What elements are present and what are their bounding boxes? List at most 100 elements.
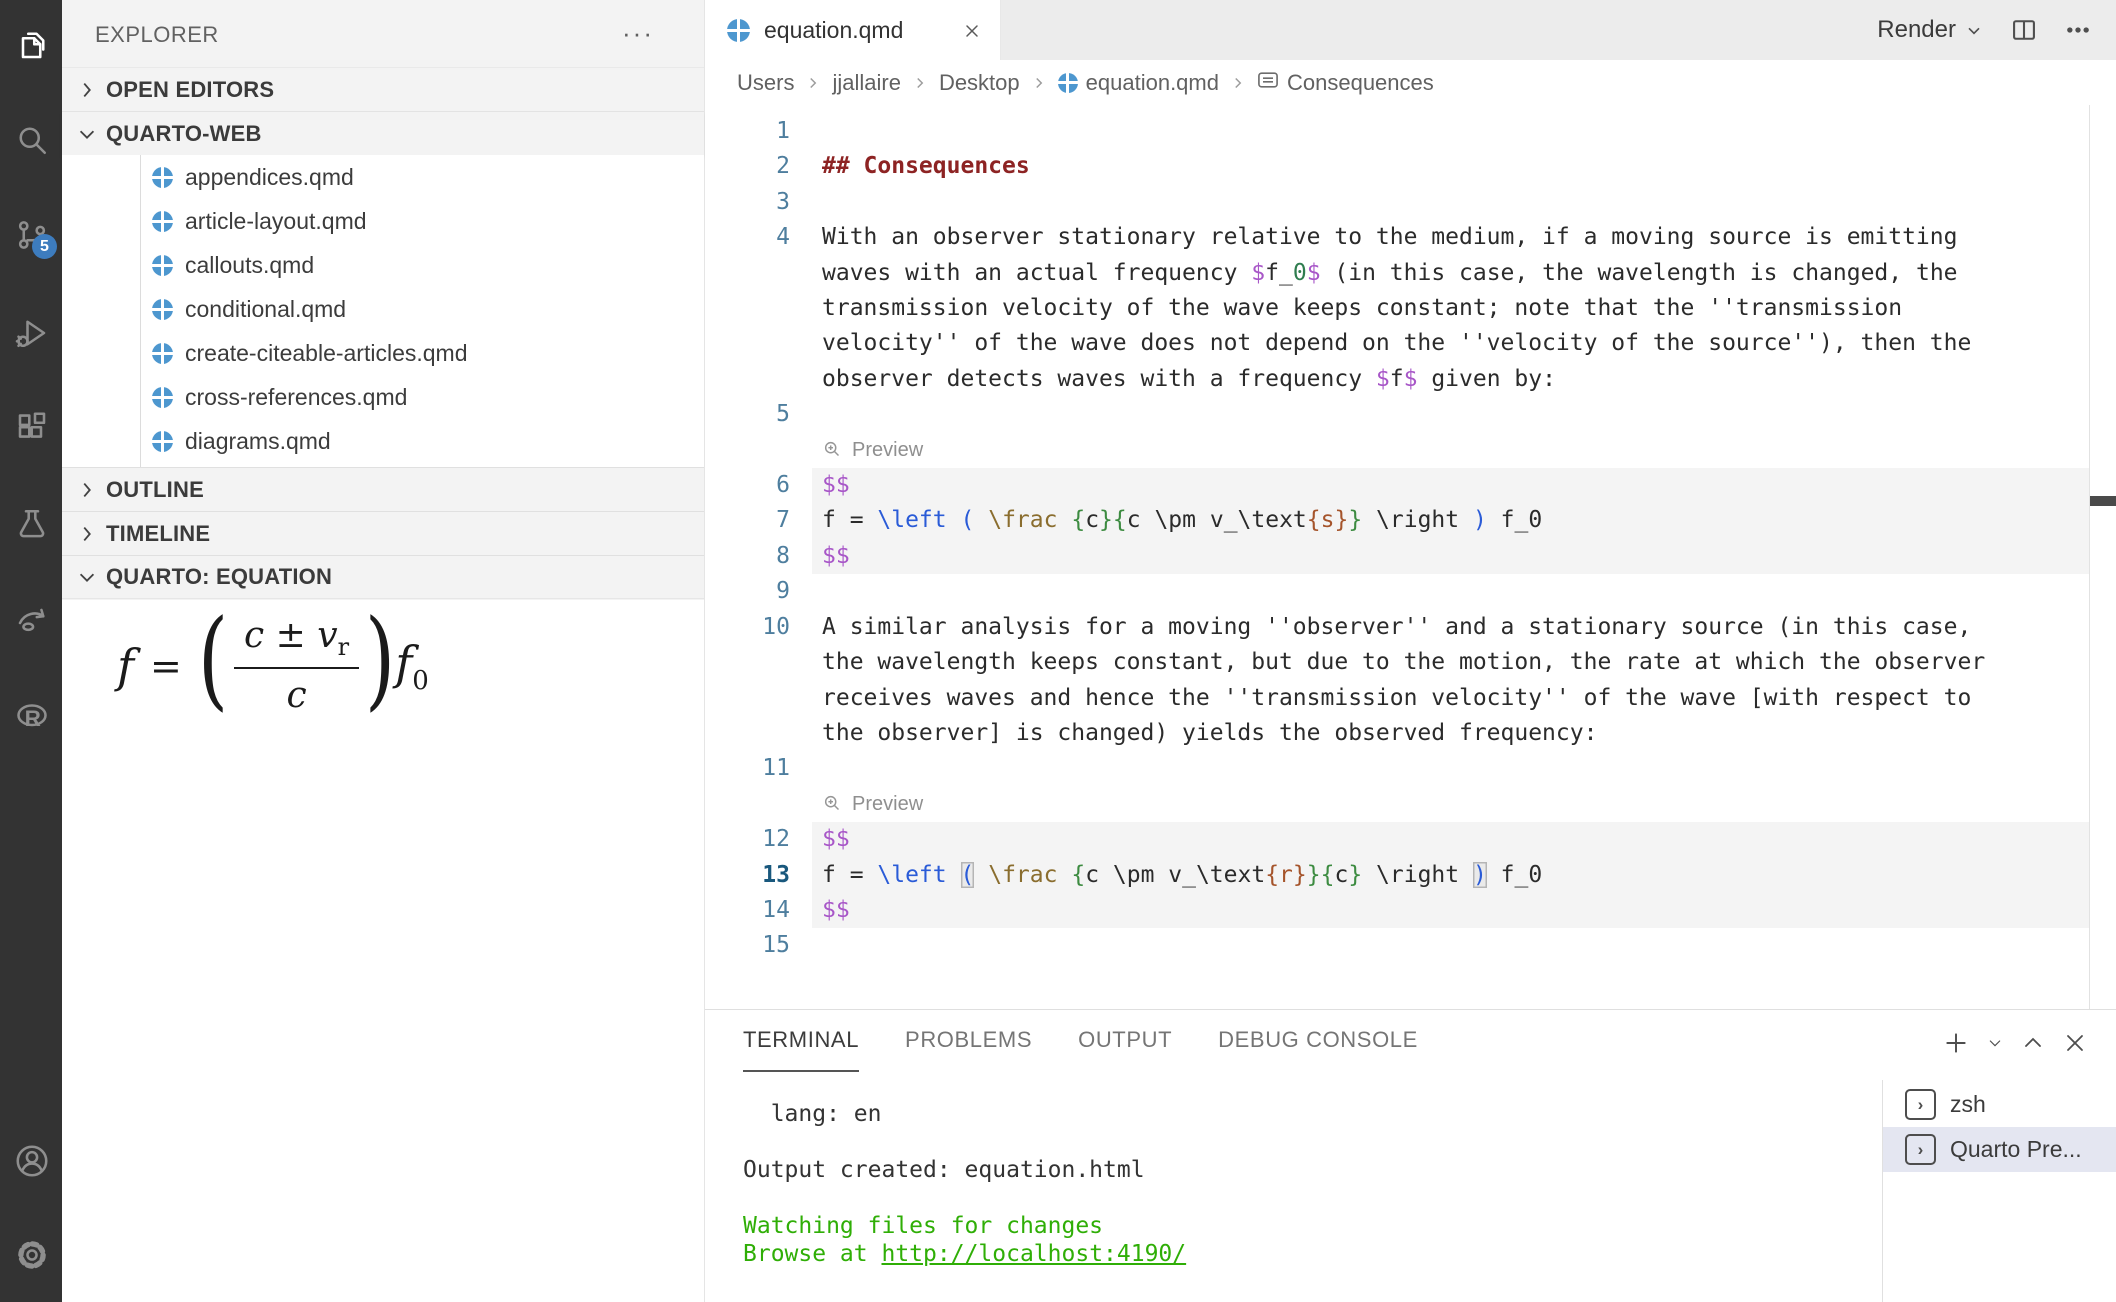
sidebar-titlebar: EXPLORER ··· [62, 0, 704, 67]
file-item[interactable]: create-citeable-articles.qmd [62, 331, 704, 375]
terminal-line [743, 1184, 1863, 1212]
file-item[interactable]: diagrams.qmd [62, 419, 704, 463]
code-editor[interactable]: 12## Consequences34With an observer stat… [705, 105, 2090, 1009]
split-editor-icon[interactable] [2010, 16, 2038, 44]
panel-tab-terminal[interactable]: TERMINAL [743, 1010, 859, 1072]
quarto-file-icon [152, 167, 173, 188]
breadcrumb-item[interactable]: equation.qmd [1058, 70, 1219, 96]
chevron-right-icon [76, 523, 98, 545]
breadcrumb-item[interactable]: Desktop [939, 70, 1020, 96]
breadcrumb-item[interactable]: Consequences [1257, 70, 1434, 96]
code-line[interactable]: 5 [705, 397, 2090, 432]
activity-settings-icon[interactable] [13, 1233, 51, 1277]
line-number: 10 [705, 610, 790, 752]
line-number: 11 [705, 751, 790, 786]
codelens-preview-link[interactable]: Preview [852, 433, 923, 468]
breadcrumb-label: Consequences [1287, 70, 1434, 96]
breadcrumb-label: jjallaire [832, 70, 900, 96]
codelens-preview-link[interactable]: Preview [852, 787, 923, 822]
quarto-file-icon [727, 19, 750, 42]
line-number: 9 [705, 574, 790, 609]
code-content: $$ [790, 468, 2000, 503]
terminal-instance[interactable]: ›zsh [1883, 1082, 2116, 1127]
quarto-file-icon [152, 387, 173, 408]
code-line[interactable]: 7f = \left ( \frac {c}{c \pm v_\text{s}}… [705, 503, 2090, 538]
file-item[interactable]: appendices.qmd [62, 155, 704, 199]
activity-quarto-icon[interactable] [13, 598, 51, 642]
breadcrumb-label: Desktop [939, 70, 1020, 96]
sidebar-title: EXPLORER [95, 22, 219, 48]
code-line[interactable]: 1 [705, 114, 2090, 149]
file-name: diagrams.qmd [185, 428, 331, 455]
chevron-down-icon [76, 566, 98, 588]
terminal-instance[interactable]: ›Quarto Pre... [1883, 1127, 2116, 1172]
file-item[interactable]: callouts.qmd [62, 243, 704, 287]
close-tab-icon[interactable] [962, 21, 982, 41]
code-content: Preview [790, 433, 923, 468]
breadcrumb: Users jjallaire Desktop equation.qmd Consequ… [705, 60, 2116, 105]
terminal-line: Watching files for changes [743, 1212, 1863, 1240]
code-line[interactable]: 10A similar analysis for a moving ''obse… [705, 610, 2090, 752]
activity-bar: 5R [0, 0, 62, 1302]
terminal-line: Output created: equation.html [743, 1156, 1863, 1184]
panel-actions [1943, 1030, 2087, 1056]
activity-r-lang-icon[interactable]: R [13, 694, 51, 738]
maximize-panel-icon[interactable] [2021, 1031, 2045, 1055]
section-symbol-icon [1257, 70, 1279, 96]
breadcrumb-item[interactable]: jjallaire [832, 70, 900, 96]
code-line[interactable]: 11 [705, 751, 2090, 786]
section-workspace[interactable]: QUARTO-WEB [62, 111, 704, 155]
code-line[interactable]: 9 [705, 574, 2090, 609]
code-content: $$ [790, 539, 2000, 574]
more-actions-icon[interactable] [2064, 16, 2092, 44]
new-terminal-icon[interactable] [1943, 1030, 1969, 1056]
activity-extensions-icon[interactable] [13, 406, 51, 450]
terminal-output[interactable]: lang: en Output created: equation.html W… [743, 1100, 1863, 1268]
code-content: ## Consequences [790, 149, 2000, 184]
section-quarto-equation[interactable]: QUARTO: EQUATION [62, 555, 704, 599]
terminal-link[interactable]: http://localhost:4190/ [881, 1241, 1186, 1267]
activity-account-icon[interactable] [13, 1139, 51, 1183]
code-line[interactable]: 13f = \left ( \frac {c \pm v_\text{r}}{c… [705, 858, 2090, 893]
render-button[interactable]: Render [1877, 16, 1984, 44]
activity-run-debug-icon[interactable] [13, 311, 51, 355]
explorer-more-icon[interactable]: ··· [622, 18, 654, 49]
breadcrumb-separator-icon [1030, 74, 1048, 92]
close-panel-icon[interactable] [2063, 1031, 2087, 1055]
code-content [790, 751, 2000, 786]
breadcrumb-separator-icon [911, 74, 929, 92]
file-item[interactable]: article-layout.qmd [62, 199, 704, 243]
breadcrumb-label: Users [737, 70, 794, 96]
terminal-line [743, 1128, 1863, 1156]
file-item[interactable]: conditional.qmd [62, 287, 704, 331]
activity-testing-icon[interactable] [13, 502, 51, 546]
line-number: 6 [705, 468, 790, 503]
overview-ruler[interactable] [2089, 105, 2116, 1009]
tab-equation-qmd[interactable]: equation.qmd [705, 0, 1001, 61]
code-line[interactable]: 14$$ [705, 893, 2090, 928]
codelens-row[interactable]: Preview [705, 433, 2090, 468]
code-line[interactable]: 6$$ [705, 468, 2090, 503]
line-number: 7 [705, 503, 790, 538]
code-line[interactable]: 4With an observer stationary relative to… [705, 220, 2090, 397]
code-line[interactable]: 15 [705, 928, 2090, 963]
code-line[interactable]: 12$$ [705, 822, 2090, 857]
terminal-dropdown-icon[interactable] [1987, 1035, 2003, 1051]
section-outline[interactable]: OUTLINE [62, 467, 704, 511]
panel-tab-debug-console[interactable]: DEBUG CONSOLE [1218, 1010, 1418, 1072]
breadcrumb-item[interactable]: Users [737, 70, 794, 96]
code-line[interactable]: 2## Consequences [705, 149, 2090, 184]
section-open-editors[interactable]: OPEN EDITORS [62, 67, 704, 111]
activity-explorer-icon[interactable] [13, 23, 51, 67]
panel-tab-output[interactable]: OUTPUT [1078, 1010, 1172, 1072]
panel-tab-problems[interactable]: PROBLEMS [905, 1010, 1032, 1072]
section-timeline[interactable]: TIMELINE [62, 511, 704, 555]
line-number: 12 [705, 822, 790, 857]
code-line[interactable]: 3 [705, 185, 2090, 220]
file-item[interactable]: cross-references.qmd [62, 375, 704, 419]
codelens-row[interactable]: Preview [705, 787, 2090, 822]
activity-search-icon[interactable] [13, 118, 51, 162]
code-content: f = \left ( \frac {c}{c \pm v_\text{s}} … [790, 503, 2000, 538]
activity-source-control-icon[interactable]: 5 [13, 213, 51, 257]
code-line[interactable]: 8$$ [705, 539, 2090, 574]
